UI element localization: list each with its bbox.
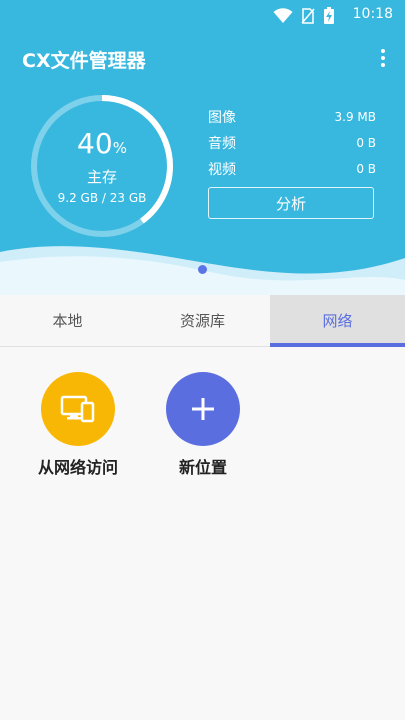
storage-label: 主存 [86,167,117,186]
more-options-icon[interactable] [375,46,391,70]
battery-charging-icon [324,7,334,24]
app-title: CX文件管理器 [22,50,146,72]
location-label: 新位置 [178,458,227,477]
status-icons [273,7,335,25]
location-label: 从网络访问 [37,458,118,477]
storage-summary[interactable]: 40% 主存 9.2 GB / 23 GB [28,92,176,240]
plus-icon [192,398,214,420]
stat-value: 0 B [356,136,376,150]
wifi-icon [273,8,293,23]
storage-header: 10:18 CX文件管理器 40% 主存 9.2 GB / 23 GB 图像 3… [0,0,405,295]
new-location-button[interactable] [166,372,240,446]
storage-percent: 40% [77,126,127,160]
status-time: 10:18 [352,6,393,22]
stat-label: 音频 [208,136,236,152]
stat-label: 图像 [208,110,236,126]
page-indicator-dot [198,265,207,274]
stat-label: 视频 [208,162,236,178]
storage-size: 9.2 GB / 23 GB [57,190,147,205]
stat-audio: 音频 0 B [208,130,376,156]
network-locations: 从网络访问 新位置 [0,348,405,720]
tab-library[interactable]: 资源库 [135,295,270,346]
devices-icon [60,395,95,423]
media-stats: 图像 3.9 MB 音频 0 B 视频 0 B [208,104,376,182]
tab-network[interactable]: 网络 [270,295,405,347]
stat-value: 3.9 MB [334,110,376,124]
stat-video: 视频 0 B [208,156,376,182]
stat-images: 图像 3.9 MB [208,104,376,130]
status-bar: 10:18 [0,0,405,30]
no-sim-icon [301,8,315,24]
access-from-network-item[interactable]: 从网络访问 [23,372,133,478]
access-from-network-button[interactable] [41,372,115,446]
stat-value: 0 B [356,162,376,176]
analyze-button[interactable]: 分析 [208,187,374,219]
tab-local[interactable]: 本地 [0,295,135,346]
new-location-item[interactable]: 新位置 [148,372,258,478]
tab-bar: 本地 资源库 网络 [0,295,405,347]
